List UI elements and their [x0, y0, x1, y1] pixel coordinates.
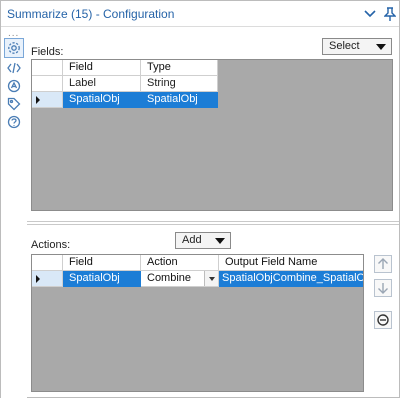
actions-grid[interactable]: Field Action Output Field Name SpatialOb… [31, 254, 364, 392]
tag-icon[interactable] [4, 94, 24, 114]
chevron-down-icon[interactable] [204, 271, 218, 286]
column-header-field[interactable]: Field [63, 255, 141, 271]
remove-button[interactable] [374, 311, 392, 329]
fields-header-row: Field Type [32, 60, 218, 76]
row-header-corner [32, 255, 63, 271]
gear-icon[interactable] [4, 38, 24, 58]
configuration-window: Summarize (15) - Configuration ... Field… [0, 0, 400, 398]
fields-label: Fields: [31, 46, 64, 58]
table-row[interactable]: SpatialObj SpatialObj [32, 92, 218, 108]
type-cell[interactable]: String [141, 76, 218, 92]
column-header-type[interactable]: Type [141, 60, 218, 76]
table-row[interactable]: SpatialObj Combine SpatialObjCombine_Spa… [32, 271, 363, 287]
minus-circle-icon [377, 314, 389, 326]
column-header-output-field-name[interactable]: Output Field Name [219, 255, 363, 271]
field-cell[interactable]: Label [63, 76, 141, 92]
row-header-corner [32, 60, 63, 76]
output-field-name-cell[interactable]: SpatialObjCombine_SpatialObj [219, 271, 363, 287]
move-up-button[interactable] [374, 255, 392, 273]
table-row[interactable]: Label String [32, 76, 218, 92]
window-title: Summarize (15) - Configuration [7, 7, 175, 21]
row-header[interactable] [32, 76, 63, 92]
arrow-down-icon [378, 283, 388, 294]
pin-icon[interactable] [381, 5, 399, 23]
arrow-up-icon [378, 258, 388, 269]
title-bar: Summarize (15) - Configuration [1, 1, 399, 27]
select-dropdown[interactable]: Select [322, 38, 392, 55]
column-header-field[interactable]: Field [63, 60, 141, 76]
actions-label: Actions: [31, 239, 71, 251]
column-header-action[interactable]: Action [141, 255, 219, 271]
field-cell[interactable]: SpatialObj [63, 92, 141, 108]
code-icon[interactable] [4, 58, 24, 78]
row-header[interactable] [32, 92, 63, 108]
field-cell[interactable]: SpatialObj [63, 271, 141, 287]
actions-header-row: Field Action Output Field Name [32, 255, 363, 271]
current-row-arrow-icon [36, 275, 40, 283]
add-dropdown[interactable]: Add [175, 232, 231, 249]
chevron-down-icon[interactable] [361, 5, 379, 23]
select-dropdown-value: Select [329, 40, 360, 52]
action-combobox-value: Combine [147, 272, 192, 284]
move-down-button[interactable] [374, 279, 392, 297]
annotation-icon[interactable] [4, 76, 24, 96]
type-cell[interactable]: SpatialObj [141, 92, 218, 108]
add-dropdown-value: Add [182, 234, 202, 246]
tool-strip: ... [1, 28, 27, 398]
current-row-arrow-icon [36, 96, 40, 104]
fields-grid[interactable]: Field Type Label String SpatialObj Spati… [31, 59, 393, 211]
action-combobox[interactable]: Combine [141, 271, 219, 287]
help-icon[interactable] [4, 112, 24, 132]
caret-down-icon [215, 238, 225, 244]
row-header[interactable] [32, 271, 63, 287]
panel-splitter[interactable] [27, 221, 399, 225]
caret-down-icon [376, 44, 386, 50]
